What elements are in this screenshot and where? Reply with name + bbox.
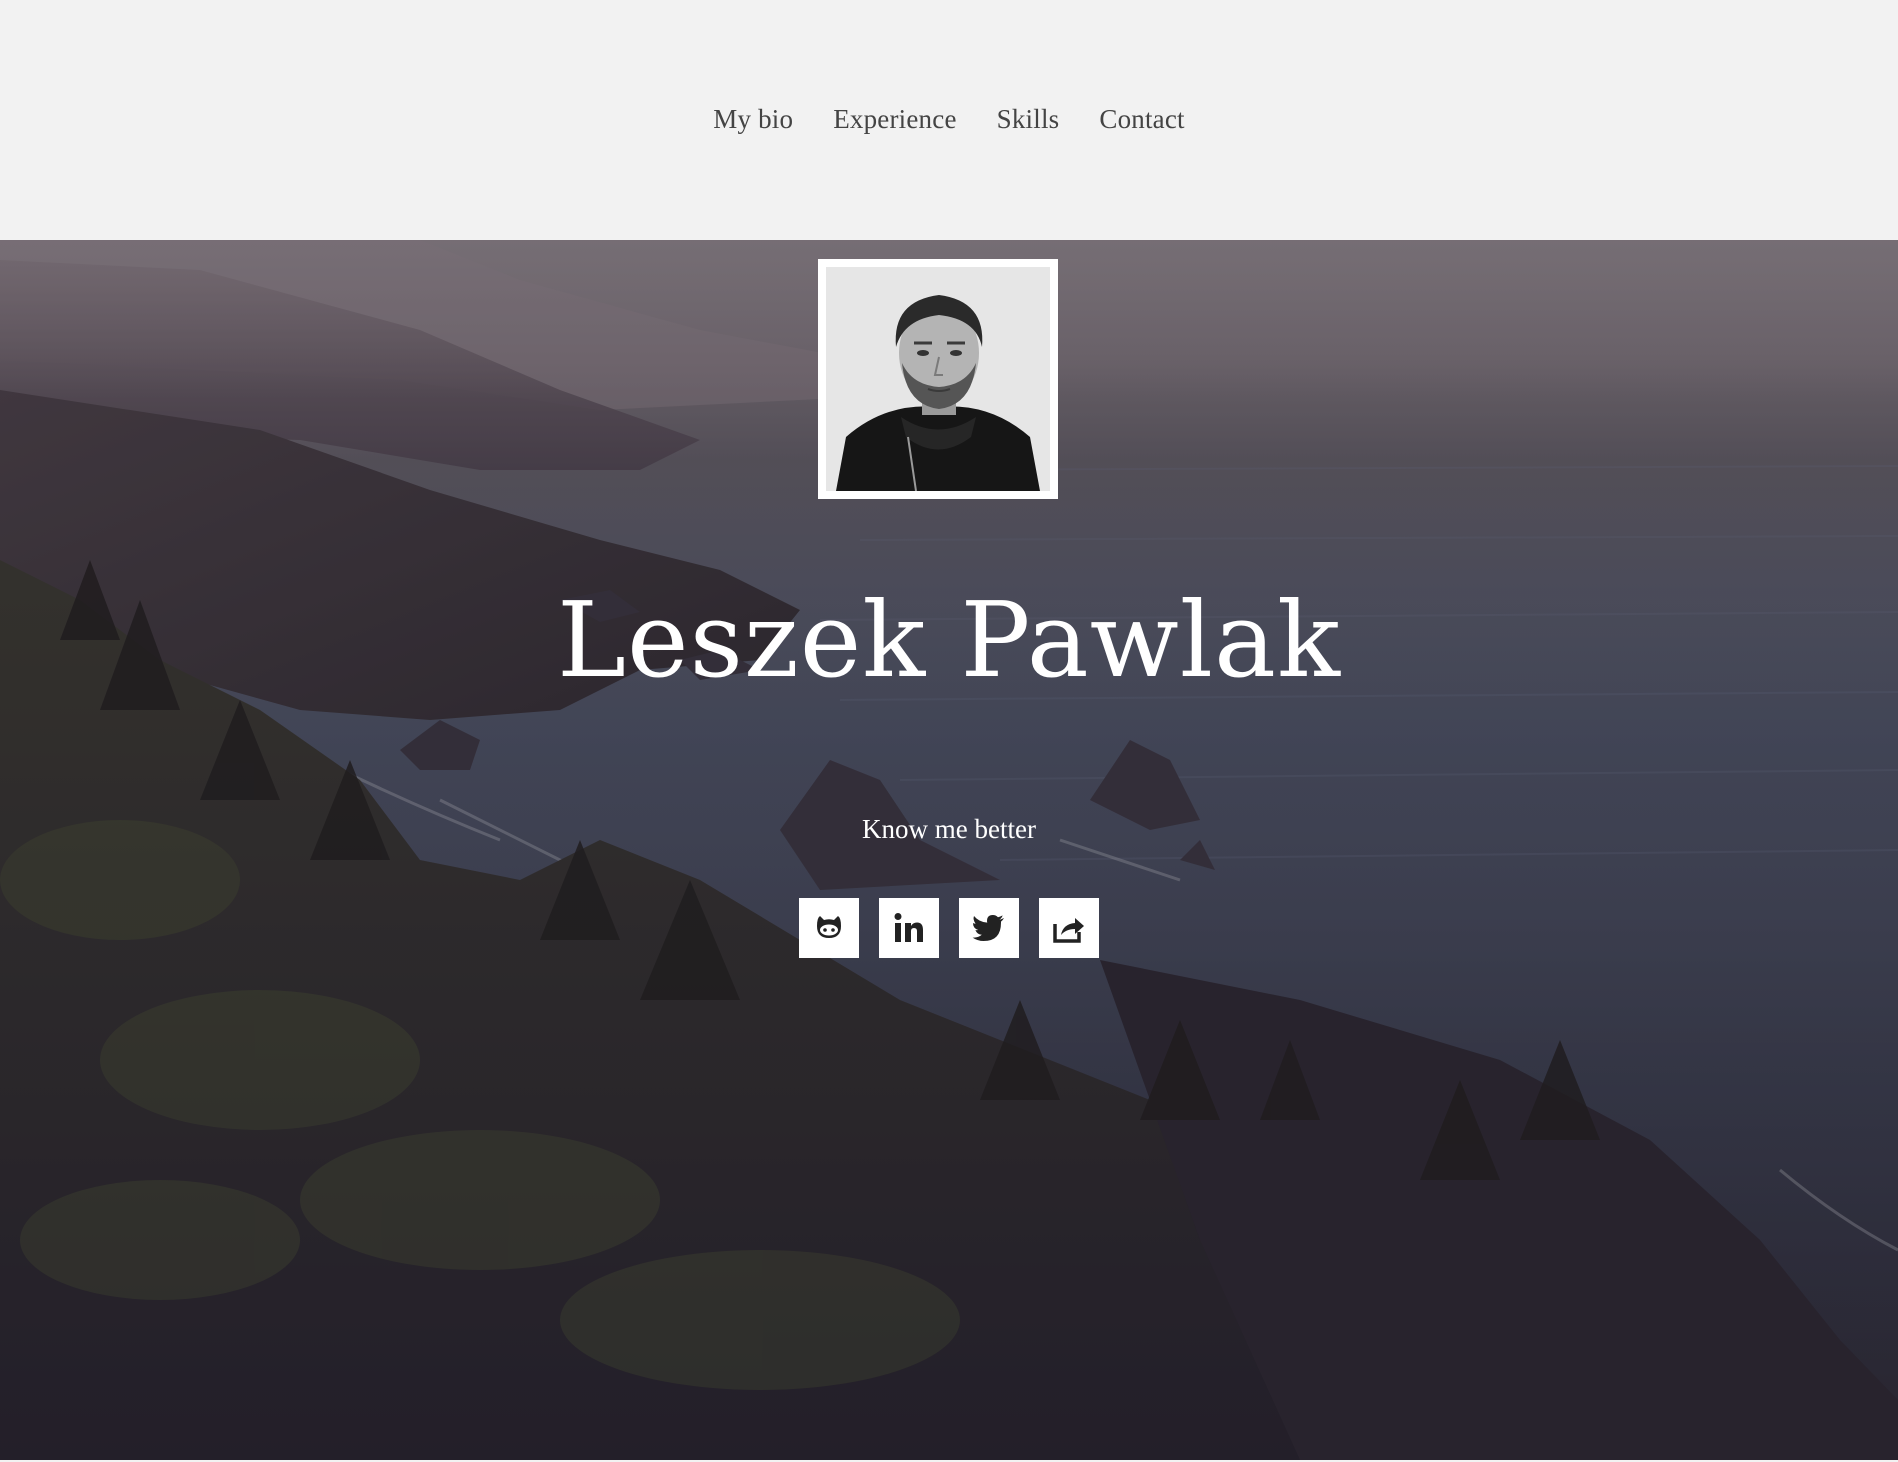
share-icon (1053, 918, 1084, 943)
portrait-photo (826, 267, 1050, 491)
twitter-button[interactable] (959, 898, 1019, 958)
top-navigation: My bio Experience Skills Contact (0, 0, 1898, 240)
nav-item-my-bio: My bio (713, 104, 793, 135)
github-icon (817, 916, 841, 938)
know-me-better-link[interactable]: Know me better (0, 814, 1898, 845)
portrait-illustration (826, 267, 1050, 491)
nav-item-experience: Experience (833, 104, 956, 135)
portrait-frame (818, 259, 1058, 499)
github-button[interactable] (799, 898, 859, 958)
nav-link-skills[interactable]: Skills (997, 104, 1060, 134)
twitter-icon (972, 915, 1004, 941)
nav-menu: My bio Experience Skills Contact (713, 104, 1185, 135)
nav-link-my-bio[interactable]: My bio (713, 104, 793, 134)
social-links (0, 898, 1898, 958)
nav-item-skills: Skills (997, 104, 1060, 135)
nav-link-experience[interactable]: Experience (833, 104, 956, 134)
hero-name: Leszek Pawlak (556, 579, 1341, 701)
share-button[interactable] (1039, 898, 1099, 958)
nav-link-contact[interactable]: Contact (1099, 104, 1184, 134)
nav-item-contact: Contact (1099, 104, 1184, 135)
linkedin-button[interactable] (879, 898, 939, 958)
linkedin-icon (894, 913, 923, 942)
